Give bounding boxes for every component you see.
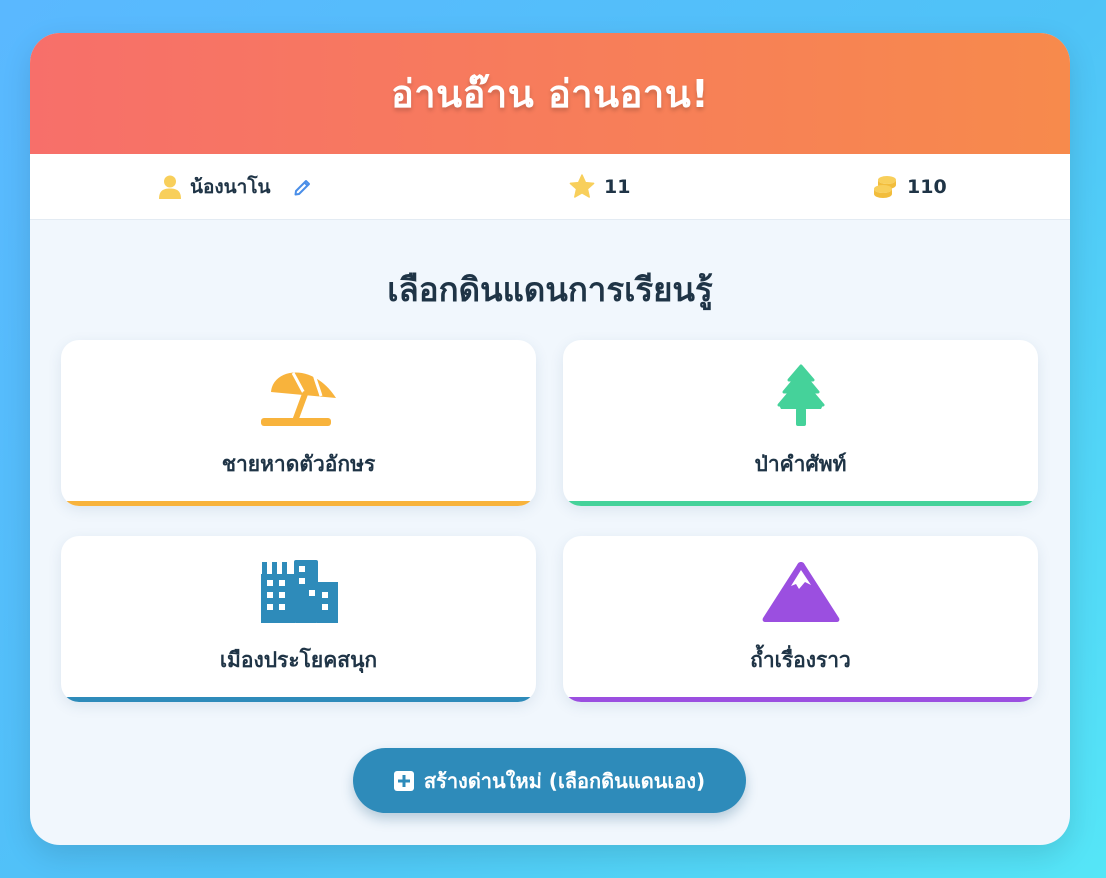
app-window: อ่านอ๊าน อ่านอาน! น้องนาโน 11 110 เลือกด…	[30, 33, 1070, 845]
stars-count: 11	[604, 175, 631, 198]
land-label: ถ้ำเรื่องราว	[750, 648, 851, 672]
land-label: ชายหาดตัวอักษร	[221, 452, 376, 476]
land-card-beach[interactable]: ชายหาดตัวอักษร	[61, 340, 536, 506]
land-grid: ชายหาดตัวอักษร ป่าคำศัพท์ เมืองประโยคสนุ…	[61, 340, 1038, 710]
plus-square-icon	[393, 770, 414, 791]
user-icon	[159, 175, 181, 199]
land-label: ป่าคำศัพท์	[754, 452, 847, 476]
beach-umbrella-icon	[61, 364, 536, 428]
stars-counter: 11	[569, 154, 630, 219]
create-level-label: สร้างด่านใหม่ (เลือกดินแดนเอง)	[423, 768, 706, 793]
coins-counter: 110	[872, 154, 947, 219]
land-card-cave[interactable]: ถ้ำเรื่องราว	[563, 536, 1038, 702]
app-header: อ่านอ๊าน อ่านอาน!	[30, 33, 1070, 154]
land-label: เมืองประโยคสนุก	[219, 648, 378, 672]
mountain-icon	[563, 560, 1038, 624]
player-info: น้องนาโน	[159, 154, 315, 219]
edit-name-button[interactable]	[291, 175, 315, 199]
create-level-button[interactable]: สร้างด่านใหม่ (เลือกดินแดนเอง)	[353, 748, 746, 813]
status-bar: น้องนาโน 11 110	[30, 154, 1070, 220]
app-title: อ่านอ๊าน อ่านอาน!	[390, 72, 710, 116]
coins-count: 110	[907, 175, 947, 198]
land-card-city[interactable]: เมืองประโยคสนุก	[61, 536, 536, 702]
player-name: น้องนาโน	[190, 175, 271, 198]
pencil-icon	[294, 179, 310, 195]
tree-icon	[563, 364, 1038, 428]
coins-icon	[872, 174, 898, 200]
land-card-forest[interactable]: ป่าคำศัพท์	[563, 340, 1038, 506]
star-icon	[569, 174, 595, 199]
section-title: เลือกดินแดนการเรียนรู้	[387, 270, 713, 309]
city-icon	[61, 560, 536, 624]
